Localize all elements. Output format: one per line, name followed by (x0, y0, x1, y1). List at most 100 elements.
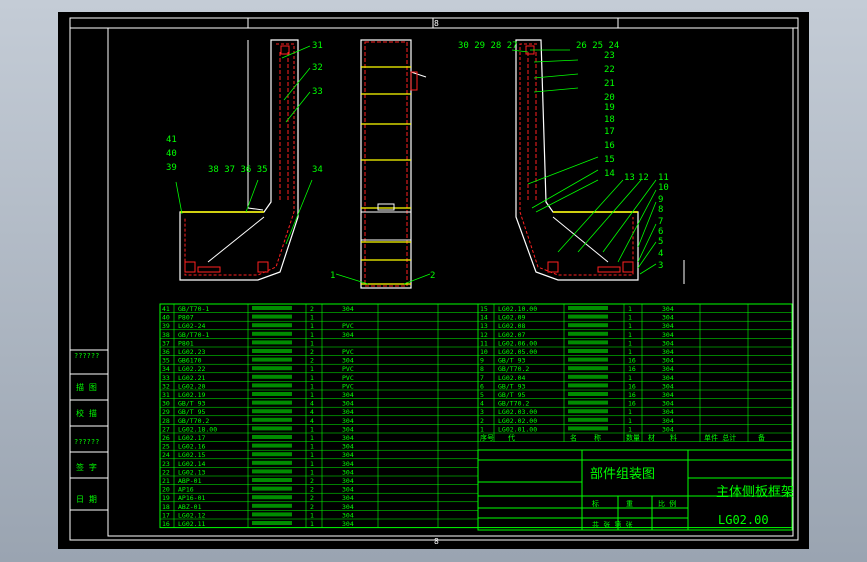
bom-cell: 1 (628, 408, 632, 416)
bom-cell: 304 (342, 443, 354, 451)
bom-cell: 304 (662, 374, 674, 382)
bom-header-cell: 材 (648, 433, 655, 442)
bom-cell: 304 (662, 408, 674, 416)
bom-cell: GB/T70.2 (498, 400, 529, 408)
bom-cell: 1 (310, 511, 314, 519)
drawing-title: 主体侧板框架 (716, 485, 794, 500)
side-label: 签 字 (76, 462, 97, 472)
bom-cell: LG02.17 (178, 434, 205, 442)
bom-part-name (568, 340, 608, 345)
bom-part-name (252, 383, 292, 388)
bom-cell: 304 (342, 400, 354, 408)
callout: 10 (658, 183, 669, 193)
bom-cell: LG02.22 (178, 365, 205, 373)
bom-header-cell: 数量 (626, 433, 640, 442)
bom-cell: GB/T 95 (178, 408, 205, 416)
side-label: ?????? (74, 352, 99, 360)
bom-cell: 304 (342, 391, 354, 399)
cad-viewport[interactable]: 8 8 ?????? 描 图 校 描 ?????? 签 字 日 期 31 32 … (58, 12, 809, 549)
bom-cell: 304 (342, 425, 354, 433)
bom-cell: LG02.20 (178, 382, 205, 390)
bom-cell: 2 (480, 417, 484, 425)
bom-header-cell: 序号 (480, 433, 494, 442)
bom-cell: 304 (662, 331, 674, 339)
bom-cell: 9 (480, 357, 484, 365)
callout: 21 (604, 79, 615, 89)
bom-part-name (252, 400, 292, 405)
bom-cell: 34 (162, 365, 170, 373)
drawing-type-title: 部件组装图 (590, 467, 655, 482)
side-label: 校 描 (76, 408, 97, 418)
bom-part-name (252, 495, 292, 500)
bom-cell: LG02.08 (498, 322, 525, 330)
bom-cell: 304 (342, 417, 354, 425)
bom-cell: 22 (162, 468, 170, 476)
bom-cell: 304 (342, 434, 354, 442)
bom-cell: 304 (342, 520, 354, 528)
bom-cell: 16 (628, 391, 636, 399)
bom-cell: 24 (162, 451, 170, 459)
bom-cell: 28 (162, 417, 170, 425)
bom-cell: LG02.04 (498, 374, 525, 382)
bom-cell: 23 (162, 460, 170, 468)
bom-part-name (252, 460, 292, 465)
bom-cell: 1 (310, 425, 314, 433)
callout: 40 (166, 149, 177, 159)
callout: 38 37 36 35 (208, 165, 268, 175)
bom-cell: 3 (480, 408, 484, 416)
bom-cell: 304 (662, 322, 674, 330)
bom-cell: PVC (342, 382, 354, 390)
bom-cell: 304 (662, 417, 674, 425)
callout: 15 (604, 155, 615, 165)
bom-cell: 16 (628, 400, 636, 408)
callout: 1 (330, 271, 335, 281)
bom-cell: P801 (178, 339, 194, 347)
bom-cell: GB/T70.2 (498, 365, 529, 373)
bom-cell: 1 (628, 374, 632, 382)
bom-cell: 1 (628, 314, 632, 322)
assembly-drawing-sheet: 8 8 ?????? 描 图 校 描 ?????? 签 字 日 期 31 32 … (69, 17, 799, 546)
callout: 13 (624, 173, 635, 183)
bom-cell: 304 (662, 382, 674, 390)
bom-cell: 16 (162, 520, 170, 528)
bom-part-name (252, 314, 292, 319)
callout: 7 (658, 217, 663, 227)
bom-cell: 304 (342, 357, 354, 365)
bom-part-name (252, 512, 292, 517)
bom-cell: 41 (162, 305, 170, 313)
callout: 2 (430, 271, 435, 281)
bom-part-name (252, 392, 292, 396)
bom-part-name (568, 392, 608, 396)
bom-part-name (568, 417, 608, 422)
bom-cell: 1 (310, 374, 314, 382)
bom-cell: 304 (342, 494, 354, 502)
bom-cell: GB/T 93 (178, 400, 205, 408)
bom-cell: 2 (310, 357, 314, 365)
bom-cell: LG02-24 (178, 322, 205, 330)
bom-cell: 11 (480, 339, 488, 347)
bom-part-name (252, 478, 292, 482)
bom-cell: 4 (310, 400, 314, 408)
sheet-info: 共 张 第 张 (592, 520, 633, 529)
bom-cell: 36 (162, 348, 170, 356)
bom-part-name (252, 340, 292, 345)
bom-cell: 304 (342, 511, 354, 519)
bom-cell: ABP-01 (178, 477, 202, 485)
bom-cell: GB/T 93 (498, 382, 525, 390)
bom-cell: AP16-01 (178, 494, 205, 502)
bom-part-name (568, 349, 608, 353)
bom-part-name (252, 486, 292, 491)
bom-header-cell: 料 (670, 433, 677, 442)
bom-cell: 1 (310, 468, 314, 476)
bom-part-name (568, 306, 608, 310)
bom-cell: LG02.12 (178, 511, 205, 519)
bom-cell: 16 (628, 357, 636, 365)
bom-cell: LG02.13 (178, 468, 205, 476)
callout: 6 (658, 227, 663, 237)
bom-cell: 1 (628, 322, 632, 330)
bom-cell: 1 (628, 331, 632, 339)
bom-cell: 15 (480, 305, 488, 313)
bom-cell: LG02.23 (178, 348, 205, 356)
bom-cell: 16 (628, 382, 636, 390)
bom-cell: PVC (342, 365, 354, 373)
